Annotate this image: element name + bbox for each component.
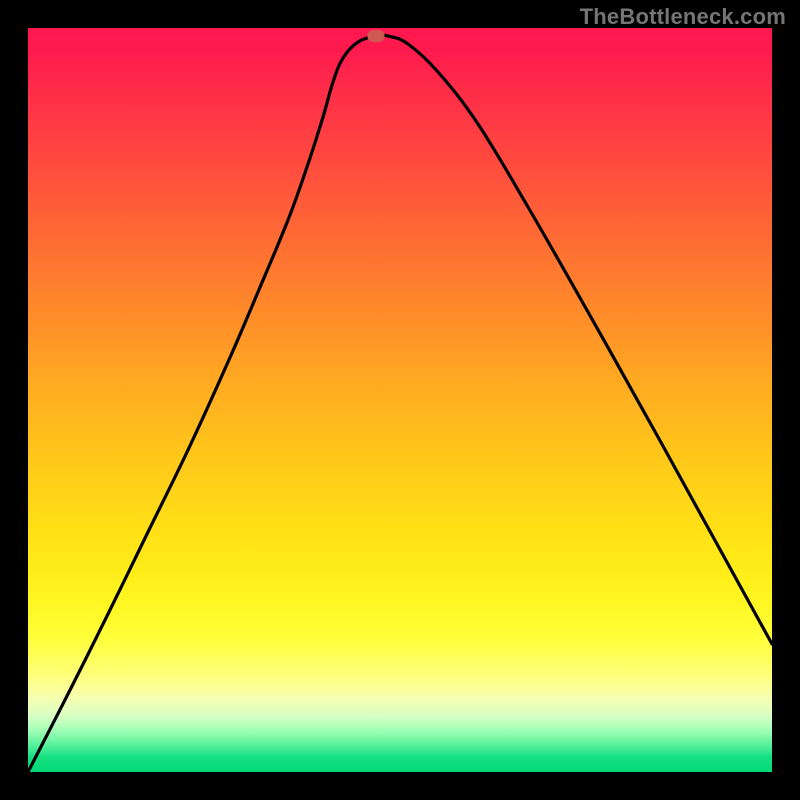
chart-frame: TheBottleneck.com (0, 0, 800, 800)
optimal-point-marker (368, 30, 385, 42)
bottleneck-curve (28, 35, 772, 772)
curve-svg (28, 28, 772, 772)
plot-area (28, 28, 772, 772)
watermark-text: TheBottleneck.com (580, 4, 786, 30)
